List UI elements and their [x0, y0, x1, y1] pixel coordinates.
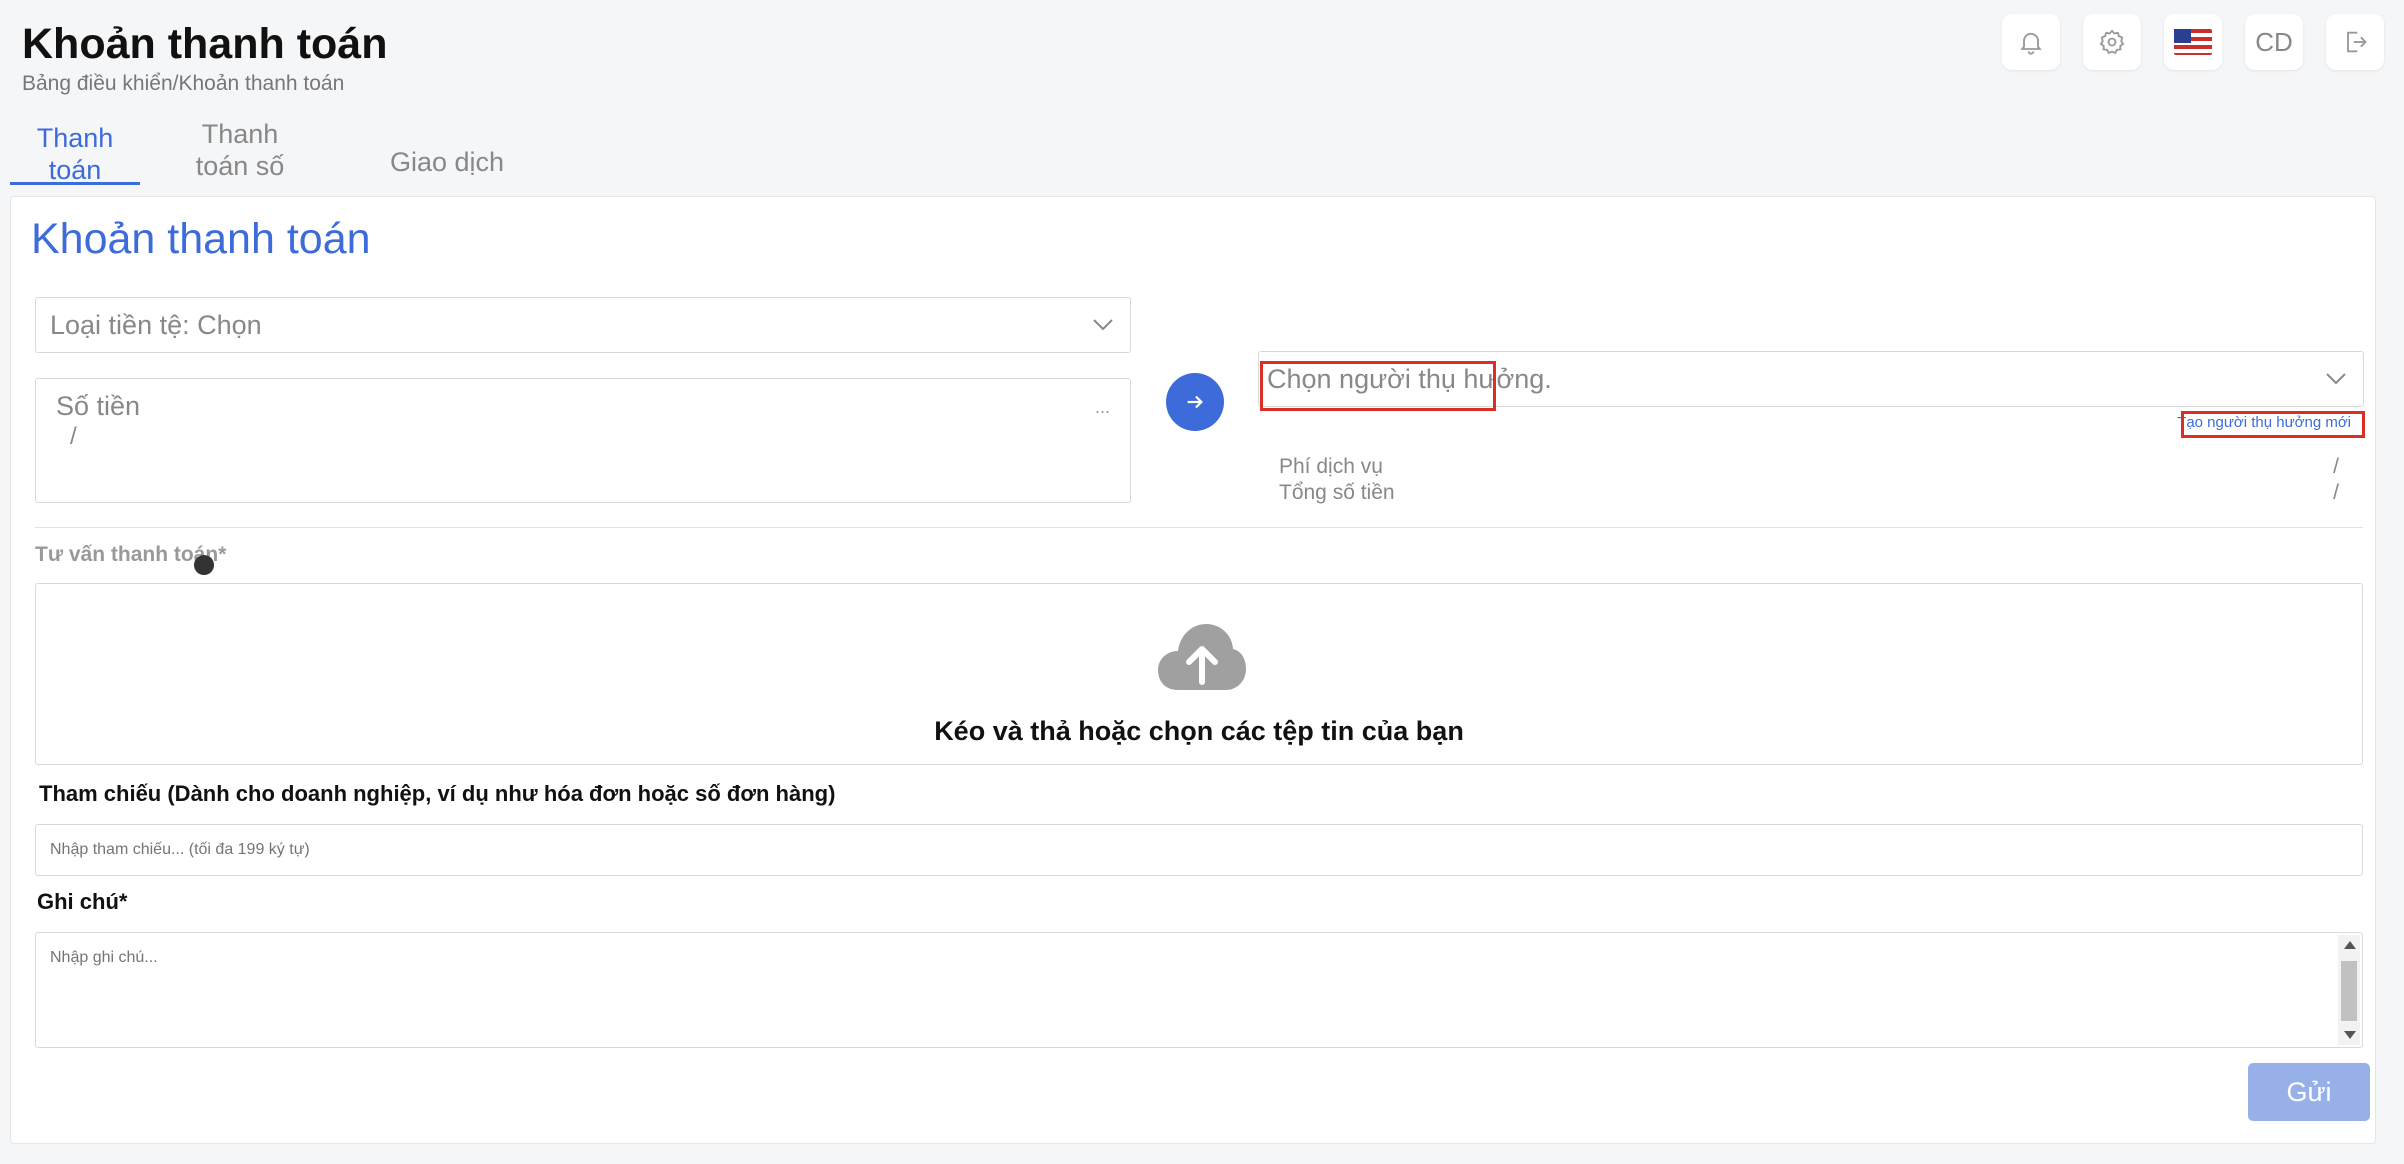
notification-button[interactable] [2002, 14, 2060, 70]
highlight-box-payee [1260, 361, 1496, 411]
file-dropzone[interactable]: Kéo và thả hoặc chọn các tệp tin của bạn [35, 583, 2363, 765]
amount-label: Số tiền [56, 391, 141, 421]
gear-icon [2099, 29, 2125, 55]
submit-button[interactable]: Gửi [2248, 1063, 2370, 1121]
avatar[interactable]: CD [2245, 14, 2303, 70]
logout-button[interactable] [2326, 14, 2384, 70]
form-title: Khoản thanh toán [31, 215, 371, 263]
tab-payment[interactable]: Thanh toán [10, 122, 140, 186]
page-title: Khoản thanh toán [22, 20, 388, 68]
payment-form-card: Khoản thanh toán Loại tiền tệ: Chọn Số t… [10, 196, 2376, 1144]
service-fee-value: / [2333, 455, 2339, 478]
note-textarea[interactable] [36, 933, 2362, 1047]
language-button[interactable] [2164, 14, 2222, 70]
top-toolbar: CD [2002, 14, 2384, 70]
amount-field[interactable]: Số tiền / ... [35, 378, 1131, 503]
note-field [35, 932, 2363, 1048]
bell-icon [2020, 32, 2042, 55]
logout-icon [2347, 31, 2367, 53]
currency-select-value: Loại tiền tệ: Chọn [50, 309, 262, 340]
reference-label: Tham chiếu (Dành cho doanh nghiệp, ví dụ… [39, 781, 836, 806]
total-amount-value: / [2333, 481, 2339, 504]
cloud-upload-icon [1158, 624, 1246, 690]
reference-input[interactable] [35, 824, 2363, 876]
total-amount-label: Tổng số tiền [1279, 481, 1395, 504]
scroll-thumb[interactable] [2341, 961, 2357, 1021]
tab-digital-payment[interactable]: Thanh toán số [170, 118, 310, 182]
note-label: Ghi chú* [37, 889, 128, 914]
settings-button[interactable] [2083, 14, 2141, 70]
scroll-down-arrow-icon[interactable] [2344, 1031, 2356, 1039]
chevron-down-icon [2326, 373, 2346, 385]
highlight-box-create-payee [2181, 411, 2365, 438]
convert-arrow-button[interactable] [1166, 373, 1224, 431]
amount-suffix: ... [1094, 397, 1110, 417]
tab-transactions[interactable]: Giao dịch [372, 146, 522, 178]
note-scrollbar[interactable] [2338, 935, 2360, 1045]
currency-select[interactable]: Loại tiền tệ: Chọn [35, 297, 1131, 353]
chevron-down-icon [1093, 319, 1113, 331]
service-fee-label: Phí dịch vụ [1279, 455, 1383, 478]
mouse-cursor [194, 555, 214, 575]
amount-value: / [70, 423, 77, 450]
dropzone-text: Kéo và thả hoặc chọn các tệp tin của bạn [934, 716, 1464, 746]
scroll-up-arrow-icon[interactable] [2344, 941, 2356, 949]
breadcrumb[interactable]: Bảng điều khiển/Khoản thanh toán [22, 72, 344, 96]
us-flag-icon [2174, 29, 2212, 55]
active-tab-indicator [10, 182, 140, 185]
arrow-right-icon [1187, 395, 1203, 409]
section-divider [35, 527, 2363, 528]
user-initials: CD [2255, 26, 2293, 57]
